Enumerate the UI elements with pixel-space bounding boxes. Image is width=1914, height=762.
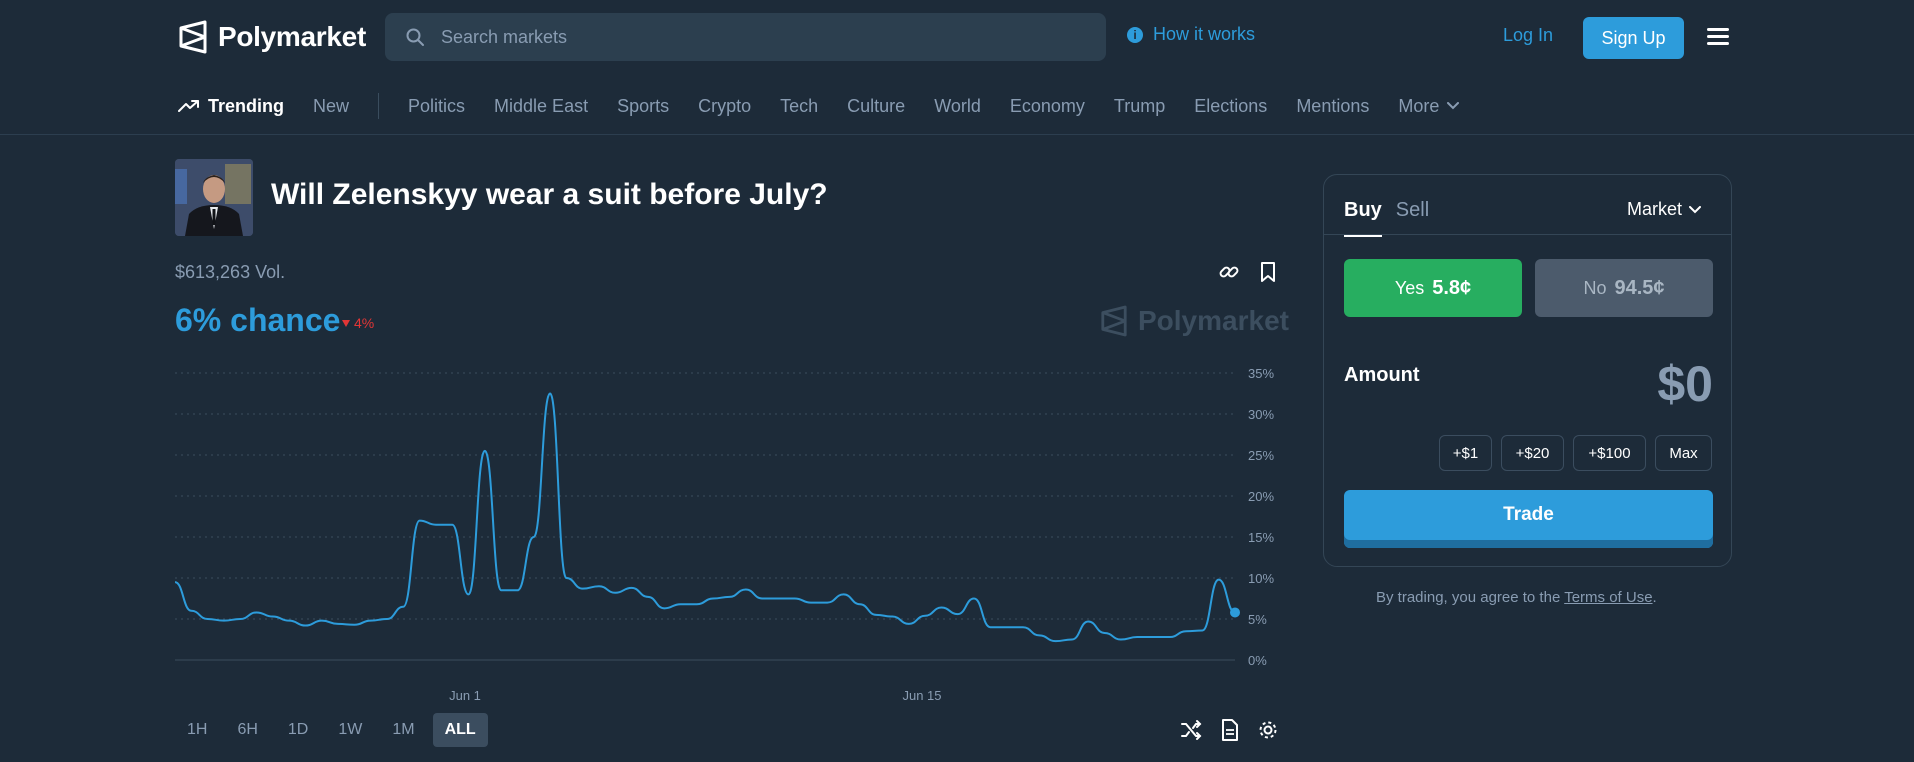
range-1d[interactable]: 1D	[276, 713, 320, 747]
range-all[interactable]: ALL	[432, 713, 488, 747]
x-tick-label: Jun 1	[449, 688, 481, 703]
polymarket-watermark-icon	[1101, 305, 1127, 337]
how-it-works-label: How it works	[1153, 24, 1256, 44]
search-input[interactable]	[441, 26, 1041, 48]
login-link[interactable]: Log In	[1503, 25, 1553, 46]
nav-world[interactable]: World	[934, 96, 981, 117]
nav-elections[interactable]: Elections	[1194, 96, 1267, 117]
terms-of-use-link[interactable]: Terms of Use	[1564, 589, 1652, 606]
tab-sell[interactable]: Sell	[1396, 199, 1429, 237]
market-chance: 6% chance	[175, 302, 341, 338]
trade-panel: Buy Sell Market Yes 5.8¢ No 94.5¢ Amount…	[1323, 174, 1732, 567]
y-tick-label: 10%	[1248, 571, 1274, 586]
chart-watermark: Polymarket	[1100, 305, 1289, 337]
range-1w[interactable]: 1W	[326, 713, 374, 747]
category-nav: Trending New Politics Middle East Sports…	[178, 92, 1488, 120]
brand-logo[interactable]: Polymarket	[178, 20, 366, 54]
nav-divider-line	[0, 134, 1914, 135]
latest-point	[1230, 607, 1240, 618]
hamburger-menu-icon[interactable]	[1707, 28, 1729, 46]
gear-icon[interactable]	[1256, 718, 1280, 742]
bookmark-icon[interactable]	[1259, 261, 1277, 283]
watermark-text: Polymarket	[1138, 305, 1289, 336]
trade-tabs: Buy Sell	[1344, 199, 1429, 237]
link-icon[interactable]	[1218, 261, 1240, 283]
terms-notice: By trading, you agree to the Terms of Us…	[1376, 589, 1657, 606]
nav-divider	[378, 93, 380, 119]
shuffle-icon[interactable]	[1179, 718, 1203, 742]
time-range-selector: 1H 6H 1D 1W 1M ALL	[175, 713, 488, 747]
nav-trump[interactable]: Trump	[1114, 96, 1165, 117]
chance-change: 4%	[341, 315, 374, 331]
y-tick-label: 30%	[1248, 407, 1274, 422]
search-bar[interactable]	[385, 13, 1106, 61]
nav-trending-label: Trending	[208, 95, 284, 116]
buy-yes-button[interactable]: Yes 5.8¢	[1344, 259, 1522, 317]
add-100-button[interactable]: +$100	[1573, 435, 1646, 471]
y-tick-label: 5%	[1248, 612, 1267, 627]
series-line	[175, 392, 1236, 643]
nav-sports[interactable]: Sports	[617, 96, 669, 117]
amount-input[interactable]: $0	[1657, 355, 1713, 413]
y-tick-label: 35%	[1248, 366, 1274, 381]
nav-new[interactable]: New	[313, 96, 349, 117]
nav-trending[interactable]: Trending	[178, 96, 284, 117]
chevron-down-icon	[1447, 102, 1460, 110]
nav-middle-east[interactable]: Middle East	[494, 96, 588, 117]
market-title: Will Zelenskyy wear a suit before July?	[271, 178, 828, 211]
chance-change-value: 4%	[354, 315, 375, 331]
nav-tech[interactable]: Tech	[780, 96, 818, 117]
amount-label: Amount	[1344, 364, 1420, 386]
document-icon[interactable]	[1218, 718, 1242, 742]
y-tick-label: 20%	[1248, 489, 1274, 504]
range-1h[interactable]: 1H	[175, 713, 219, 747]
market-image	[175, 159, 253, 236]
zelenskyy-portrait-image	[175, 159, 253, 236]
nav-politics[interactable]: Politics	[408, 96, 465, 117]
chevron-down-icon	[1689, 205, 1702, 213]
x-tick-label: Jun 15	[902, 688, 941, 703]
nav-culture[interactable]: Culture	[847, 96, 905, 117]
search-icon	[406, 28, 424, 46]
nav-more-label: More	[1398, 95, 1440, 116]
nav-economy[interactable]: Economy	[1010, 96, 1085, 117]
terms-prefix: By trading, you agree to the	[1376, 589, 1565, 606]
yes-price: 5.8¢	[1432, 276, 1472, 299]
top-header: Polymarket i How it works Log In Sign Up	[0, 0, 1914, 75]
max-button[interactable]: Max	[1655, 435, 1712, 471]
order-type-dropdown[interactable]: Market	[1627, 199, 1702, 220]
polymarket-logo-icon	[179, 20, 207, 54]
down-arrow-icon	[342, 320, 350, 327]
y-tick-label: 15%	[1248, 530, 1274, 545]
no-label: No	[1583, 277, 1607, 298]
no-price: 94.5¢	[1614, 276, 1665, 299]
brand-name: Polymarket	[218, 21, 366, 52]
market-volume: $613,263 Vol.	[175, 262, 286, 282]
trending-icon	[178, 100, 199, 112]
nav-crypto[interactable]: Crypto	[698, 96, 751, 117]
yes-label: Yes	[1394, 277, 1425, 298]
tab-divider	[1324, 234, 1731, 235]
y-tick-label: 0%	[1248, 653, 1267, 668]
add-20-button[interactable]: +$20	[1501, 435, 1564, 471]
nav-more[interactable]: More	[1398, 95, 1460, 117]
nav-mentions[interactable]: Mentions	[1296, 96, 1369, 117]
trade-button[interactable]: Trade	[1344, 490, 1713, 548]
range-1m[interactable]: 1M	[380, 713, 426, 747]
add-1-button[interactable]: +$1	[1439, 435, 1492, 471]
y-tick-label: 25%	[1248, 448, 1274, 463]
info-icon: i	[1127, 26, 1143, 43]
terms-suffix: .	[1652, 589, 1657, 606]
order-type-label: Market	[1627, 199, 1683, 219]
how-it-works-link[interactable]: i How it works	[1127, 24, 1255, 45]
signup-button[interactable]: Sign Up	[1583, 17, 1684, 59]
buy-no-button[interactable]: No 94.5¢	[1535, 259, 1713, 317]
price-chart[interactable]: 35% 30% 25% 20% 15% 10% 5% 0% Jun 1 Jun 15	[175, 360, 1285, 710]
range-6h[interactable]: 6H	[225, 713, 269, 747]
tab-buy[interactable]: Buy	[1344, 199, 1382, 237]
